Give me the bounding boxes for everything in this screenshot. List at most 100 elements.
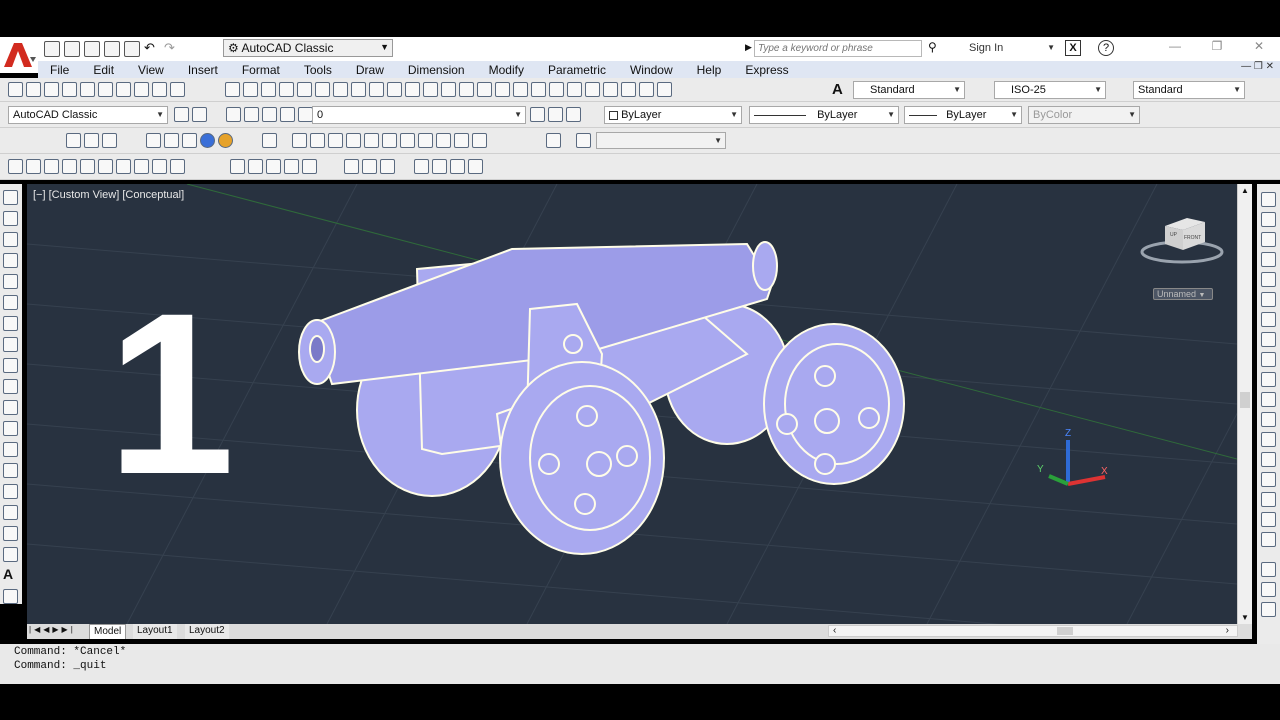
3d-array-icon[interactable] — [468, 159, 483, 174]
block-editor-icon[interactable] — [423, 82, 438, 97]
help-icon[interactable]: ? — [1098, 40, 1114, 56]
color-dropdown[interactable]: ByLayer ▼ — [604, 106, 742, 124]
sphere-icon[interactable] — [80, 159, 95, 174]
move-icon[interactable] — [1261, 292, 1276, 307]
chamfer-icon[interactable] — [1261, 472, 1276, 487]
send-to-back-icon[interactable] — [1261, 602, 1276, 617]
visual-style-2d-icon[interactable] — [146, 133, 161, 148]
copy-object-icon[interactable] — [1261, 212, 1276, 227]
3d-print-icon[interactable] — [333, 82, 348, 97]
undo-icon[interactable]: ↶ — [144, 41, 160, 57]
line-icon[interactable] — [3, 190, 18, 205]
table-icon[interactable] — [3, 547, 18, 562]
menu-file[interactable]: File — [38, 63, 81, 77]
menu-insert[interactable]: Insert — [176, 63, 230, 77]
menu-draw[interactable]: Draw — [344, 63, 396, 77]
tab-layout1[interactable]: Layout1 — [133, 624, 177, 639]
hatch-icon[interactable] — [3, 484, 18, 499]
horizontal-scrollbar[interactable]: ‹ › — [828, 625, 1238, 637]
conceptual-icon[interactable] — [218, 133, 233, 148]
redo-icon[interactable]: ↷ — [164, 41, 180, 57]
menu-tools[interactable]: Tools — [292, 63, 344, 77]
intersect-icon[interactable] — [380, 159, 395, 174]
redo-icon[interactable] — [459, 82, 474, 97]
menu-help[interactable]: Help — [685, 63, 734, 77]
text-style-dropdown[interactable]: Standard ▼ — [853, 81, 965, 99]
viewport-controls-label[interactable]: [−] [Custom View] [Conceptual] — [33, 189, 184, 201]
make-current-layer-icon[interactable] — [530, 107, 545, 122]
save-icon[interactable] — [261, 82, 276, 97]
table-style-icon[interactable] — [1113, 82, 1129, 98]
blend-curves-icon[interactable] — [1261, 512, 1276, 527]
match-properties-icon[interactable] — [405, 82, 420, 97]
workspace-dropdown[interactable]: ⚙ AutoCAD Classic ▼ — [223, 39, 393, 57]
zoom-window-icon[interactable] — [513, 82, 528, 97]
ucs-icon[interactable] — [66, 133, 81, 148]
mirror-icon[interactable] — [1261, 232, 1276, 247]
zoom-all-icon[interactable] — [152, 82, 167, 97]
menu-format[interactable]: Format — [230, 63, 292, 77]
exchange-apps-icon[interactable]: X — [1065, 40, 1081, 56]
dimension-style-dropdown[interactable]: ISO-25 ▼ — [994, 81, 1106, 99]
open-icon[interactable] — [243, 82, 258, 97]
array-icon[interactable] — [1261, 272, 1276, 287]
markup-icon[interactable] — [621, 82, 636, 97]
named-views-icon[interactable] — [292, 133, 307, 148]
draw-order-icon[interactable] — [1261, 562, 1276, 577]
make-block-icon[interactable] — [3, 442, 18, 457]
menu-parametric[interactable]: Parametric — [536, 63, 618, 77]
workspace-settings-icon[interactable] — [174, 107, 189, 122]
back-view-icon[interactable] — [400, 133, 415, 148]
revision-cloud-icon[interactable] — [3, 337, 18, 352]
add-selected-icon[interactable] — [3, 589, 18, 604]
save-as-icon[interactable] — [104, 41, 120, 57]
loft-icon[interactable] — [302, 159, 317, 174]
ne-iso-icon[interactable] — [454, 133, 469, 148]
command-window[interactable]: Command: *Cancel* Command: _quit — [0, 644, 1280, 684]
planar-surface-icon[interactable] — [170, 159, 185, 174]
linetype-dropdown[interactable]: ByLayer ▼ — [749, 106, 899, 124]
fillet-icon[interactable] — [1261, 492, 1276, 507]
arc-icon[interactable] — [3, 295, 18, 310]
zoom-scale-icon[interactable] — [62, 82, 77, 97]
undo-icon[interactable] — [441, 82, 456, 97]
new-icon[interactable] — [44, 41, 60, 57]
plot-preview-icon[interactable] — [297, 82, 312, 97]
layer-color-icon[interactable] — [298, 107, 313, 122]
zoom-previous-icon[interactable] — [531, 82, 546, 97]
sign-in-button[interactable]: Sign In ▼ — [951, 40, 1059, 57]
plot-style-dropdown[interactable]: ByColor ▼ — [1028, 106, 1140, 124]
tab-navigation-arrows[interactable]: |◀◀▶▶| — [29, 625, 76, 634]
cylinder-icon[interactable] — [98, 159, 113, 174]
pyramid-icon[interactable] — [134, 159, 149, 174]
ellipse-icon[interactable] — [3, 379, 18, 394]
offset-icon[interactable] — [1261, 252, 1276, 267]
3d-rotate-icon[interactable] — [432, 159, 447, 174]
extrude-icon[interactable] — [230, 159, 245, 174]
spline-icon[interactable] — [3, 358, 18, 373]
text-style-icon[interactable]: A — [832, 81, 850, 99]
application-menu-button[interactable] — [0, 37, 38, 73]
layer-previous-icon[interactable] — [548, 107, 563, 122]
cone-icon[interactable] — [62, 159, 77, 174]
helix-icon[interactable] — [152, 159, 167, 174]
sun-icon[interactable] — [262, 107, 277, 122]
plot-icon[interactable] — [124, 41, 140, 57]
sw-iso-icon[interactable] — [418, 133, 433, 148]
realistic-icon[interactable] — [200, 133, 215, 148]
nw-iso-icon[interactable] — [472, 133, 487, 148]
erase-icon[interactable] — [1261, 192, 1276, 207]
zoom-extents-icon[interactable] — [170, 82, 185, 97]
tab-model[interactable]: Model — [89, 624, 127, 639]
rotate-icon[interactable] — [1261, 312, 1276, 327]
zoom-window-icon[interactable] — [26, 82, 41, 97]
camera-icon[interactable] — [546, 133, 561, 148]
scale-icon[interactable] — [1261, 332, 1276, 347]
3d-align-icon[interactable] — [450, 159, 465, 174]
union-icon[interactable] — [344, 159, 359, 174]
pan-icon[interactable] — [477, 82, 492, 97]
multiline-text-icon[interactable]: A — [3, 567, 18, 583]
3d-move-icon[interactable] — [414, 159, 429, 174]
polysolid-icon[interactable] — [8, 159, 23, 174]
stretch-icon[interactable] — [1261, 352, 1276, 367]
